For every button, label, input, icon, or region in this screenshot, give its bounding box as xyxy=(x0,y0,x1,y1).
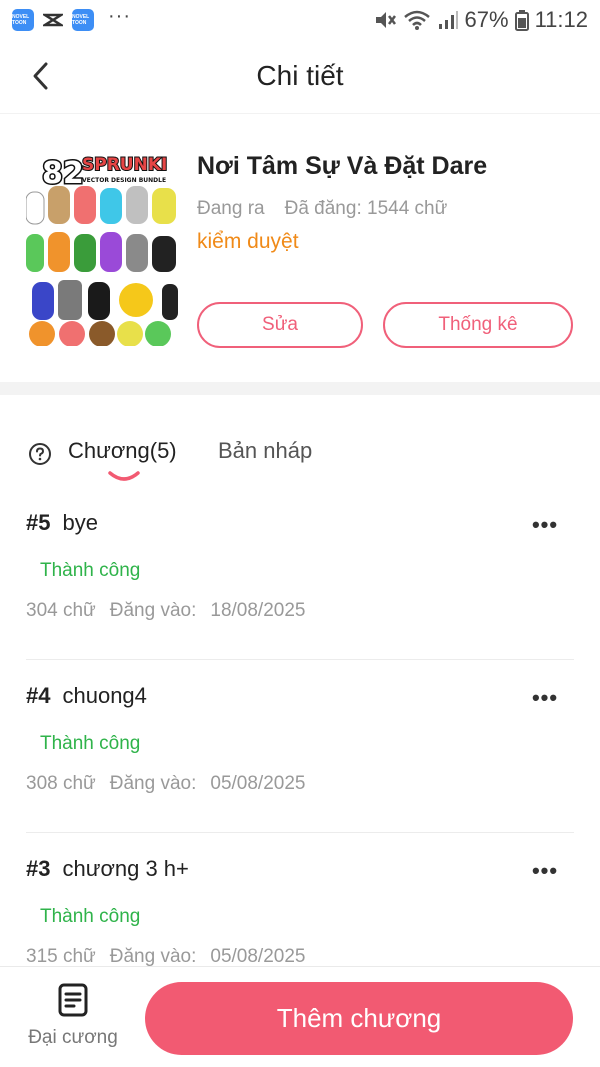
chapter-date: 18/08/2025 xyxy=(210,600,306,621)
help-icon[interactable] xyxy=(28,442,52,466)
novel-toon-app-icon-2: NOVEL TOON xyxy=(72,9,94,31)
status-bar-left: NOVEL TOON NOVEL TOON ··· xyxy=(12,5,131,31)
chapter-meta: 315 chữ Đăng vào: 05/08/2025 xyxy=(26,946,305,968)
chapter-item[interactable]: #5 bye ••• Thành công 304 chữ Đăng vào: … xyxy=(26,488,574,660)
add-chapter-button[interactable]: Thêm chương xyxy=(145,982,573,1055)
outline-button[interactable]: Đại cương xyxy=(18,983,128,1059)
chapter-word-count: 315 chữ xyxy=(26,946,96,967)
book-cover-image[interactable]: 82 SPRUNKI VECTOR DESIGN BUNDLE xyxy=(26,150,178,346)
more-notifications-icon: ··· xyxy=(108,4,131,27)
tab-drafts[interactable]: Bản nháp xyxy=(218,438,312,464)
chapter-title-row: #4 chuong4 xyxy=(26,683,147,709)
chapter-tabs: Chương(5) Bản nháp xyxy=(0,425,600,485)
status-bar-right: 67% 11:12 xyxy=(373,7,588,33)
chapter-number: #5 xyxy=(26,510,51,535)
chapter-title: bye xyxy=(62,510,98,535)
chapter-meta: 304 chữ Đăng vào: 18/08/2025 xyxy=(26,600,305,622)
clock: 11:12 xyxy=(534,7,588,32)
chapter-number: #3 xyxy=(26,856,51,881)
chapter-date: 05/08/2025 xyxy=(210,946,306,967)
chapter-meta: 308 chữ Đăng vào: 05/08/2025 xyxy=(26,773,305,795)
edit-button[interactable]: Sửa xyxy=(197,302,363,348)
chapter-title-row: #5 bye xyxy=(26,510,98,536)
publish-status: Đang ra xyxy=(197,198,265,219)
document-icon xyxy=(58,983,88,1017)
book-title: Nơi Tâm Sự Và Đặt Dare xyxy=(197,152,488,180)
posted-label: Đăng vào: xyxy=(109,600,197,621)
signal-icon xyxy=(438,11,458,29)
chapter-date: 05/08/2025 xyxy=(210,773,306,794)
chapter-status: Thành công xyxy=(40,560,141,581)
chapter-status: Thành công xyxy=(40,906,141,927)
novel-toon-app-icon: NOVEL TOON xyxy=(12,9,34,31)
chapter-word-count: 304 chữ xyxy=(26,600,96,621)
wifi-icon xyxy=(403,10,430,30)
section-divider xyxy=(0,382,600,395)
app-header: Chi tiết xyxy=(0,40,600,114)
status-bar: NOVEL TOON NOVEL TOON ··· 67% 11:12 xyxy=(0,0,600,40)
active-tab-indicator xyxy=(108,471,140,481)
book-info: 82 SPRUNKI VECTOR DESIGN BUNDLE Nơi Tâm … xyxy=(0,114,600,382)
statistics-button[interactable]: Thống kê xyxy=(383,302,573,348)
chapter-item[interactable]: #4 chuong4 ••• Thành công 308 chữ Đăng v… xyxy=(26,661,574,833)
chapter-title: chuong4 xyxy=(62,683,147,708)
battery-icon xyxy=(514,10,529,31)
chapter-title-row: #3 chương 3 h+ xyxy=(26,856,189,882)
posted-label: Đăng vào: xyxy=(109,946,197,967)
tab-chapters[interactable]: Chương(5) xyxy=(68,438,177,464)
mute-icon xyxy=(375,12,396,28)
more-options-icon[interactable]: ••• xyxy=(530,856,560,886)
more-options-icon[interactable]: ••• xyxy=(530,683,560,713)
review-status: kiểm duyệt xyxy=(197,230,299,253)
book-meta: Đang ra Đã đăng: 1544 chữ xyxy=(197,198,447,220)
word-count: Đã đăng: 1544 chữ xyxy=(284,198,448,219)
battery-percent: 67% xyxy=(464,7,509,32)
cover-logo-number: 82 xyxy=(42,156,84,191)
outline-label: Đại cương xyxy=(28,1027,118,1048)
page-title: Chi tiết xyxy=(256,60,344,91)
chapter-status: Thành công xyxy=(40,733,141,754)
cover-logo-subtitle: VECTOR DESIGN BUNDLE xyxy=(82,177,166,184)
posted-label: Đăng vào: xyxy=(109,773,197,794)
cover-logo-word: SPRUNKI xyxy=(82,155,167,175)
bottom-action-bar: Đại cương Thêm chương xyxy=(0,966,600,1067)
more-options-icon[interactable]: ••• xyxy=(530,510,560,540)
capcut-app-icon xyxy=(42,9,64,31)
chapter-number: #4 xyxy=(26,683,51,708)
chapter-word-count: 308 chữ xyxy=(26,773,96,794)
chapter-title: chương 3 h+ xyxy=(62,856,189,881)
